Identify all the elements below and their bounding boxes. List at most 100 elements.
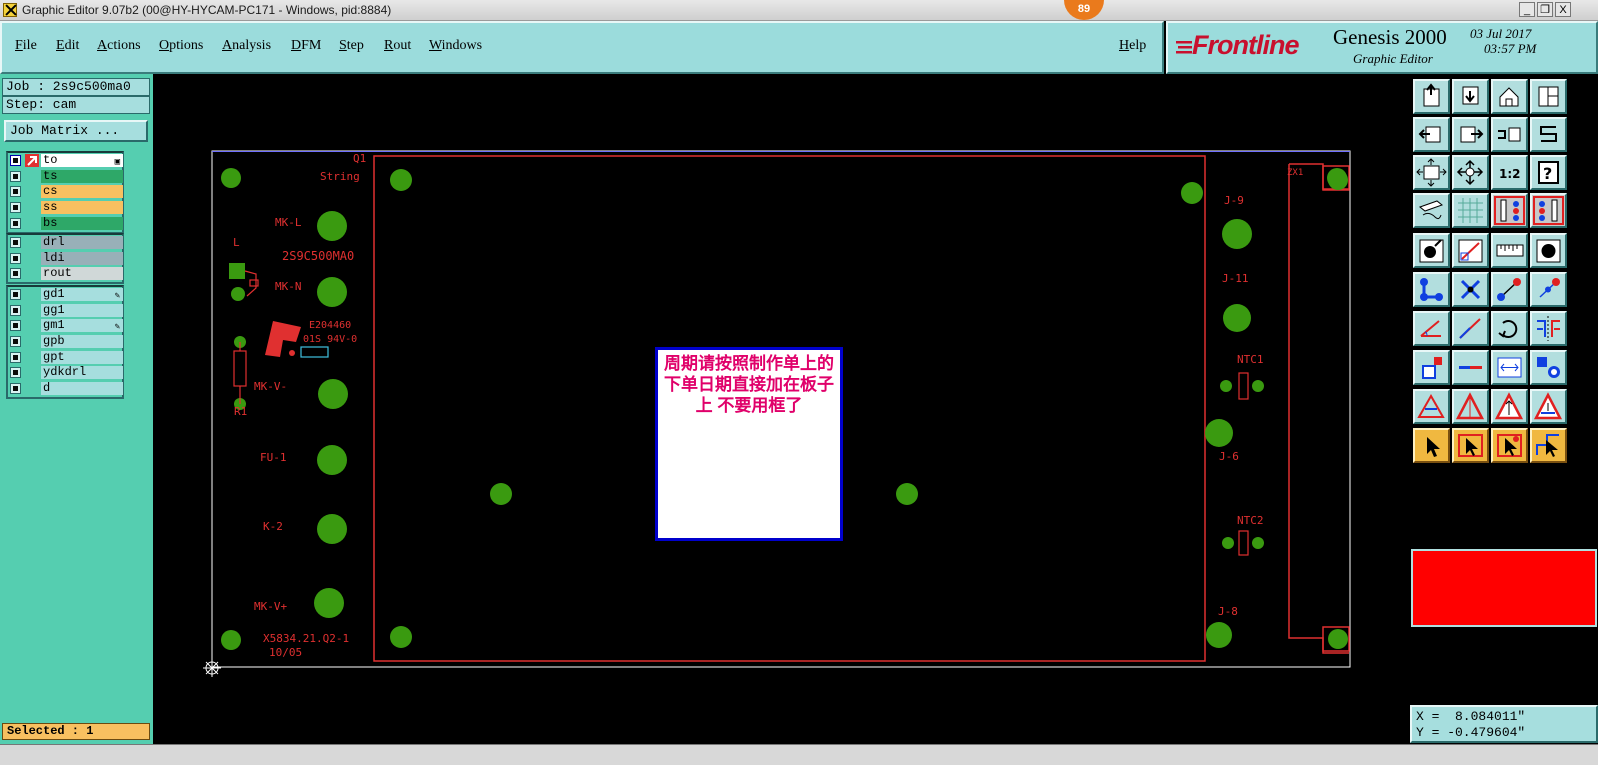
menu-help[interactable]: Help <box>1119 38 1146 54</box>
menu-dfm[interactable]: DFM <box>291 38 321 54</box>
home-tool-button[interactable] <box>1491 79 1528 114</box>
pen-tool-tool-button[interactable] <box>1413 193 1450 228</box>
pan-left-tool-button[interactable] <box>1413 117 1450 152</box>
layer-name[interactable]: d <box>41 382 123 396</box>
layer-affected-toggle[interactable] <box>25 267 39 280</box>
triangle-add-tool-button[interactable] <box>1413 389 1450 424</box>
save-tool-button[interactable] <box>1452 79 1489 114</box>
help-tool-button[interactable]: ? <box>1530 155 1567 190</box>
job-matrix-button[interactable]: Job Matrix ... <box>4 120 148 142</box>
layer-row-gpb[interactable]: gpb <box>8 334 123 350</box>
restore-button[interactable]: ❐ <box>1537 2 1553 17</box>
menu-options[interactable]: Options <box>159 38 203 54</box>
layer-affected-toggle[interactable] <box>25 236 39 249</box>
layer-visibility-checkbox[interactable] <box>10 336 21 348</box>
window-tool-button[interactable] <box>1530 79 1567 114</box>
layer-row-rout[interactable]: rout <box>8 266 123 282</box>
layer-row-cs[interactable]: cs <box>8 184 123 200</box>
circle-tool-button[interactable] <box>1530 233 1567 268</box>
menu-file[interactable]: File <box>15 38 37 54</box>
layer-affected-toggle[interactable] <box>25 382 39 395</box>
layer-row-to[interactable]: to ▣ <box>8 153 123 169</box>
layer-row-drl[interactable]: drl <box>8 235 123 251</box>
layer-affected-toggle[interactable] <box>25 217 39 230</box>
layer-name[interactable]: gpb <box>41 335 123 349</box>
layer-affected-toggle[interactable] <box>25 170 39 183</box>
layer-row-gg1[interactable]: gg1 <box>8 303 123 319</box>
grid-tool-button[interactable] <box>1452 193 1489 228</box>
add-line-tool-button[interactable] <box>1452 233 1489 268</box>
ruler-tool-button[interactable] <box>1491 233 1528 268</box>
layer-visibility-checkbox[interactable] <box>10 237 21 248</box>
layer-visibility-checkbox[interactable] <box>10 252 21 264</box>
layer-row-gd1[interactable]: gd1 ✎ <box>8 287 123 303</box>
layer-row-d[interactable]: d <box>8 381 123 397</box>
menu-windows[interactable]: Windows <box>429 38 482 54</box>
triangle-up-tool-button[interactable] <box>1491 389 1528 424</box>
layer-name[interactable]: gg1 <box>41 303 123 317</box>
layer-affected-toggle[interactable] <box>25 288 39 301</box>
layer-affected-toggle[interactable] <box>25 304 39 317</box>
diagonal-line-tool-button[interactable] <box>1452 311 1489 346</box>
layer-visibility-checkbox[interactable] <box>10 186 21 198</box>
layer-name[interactable]: gd1 ✎ <box>41 288 123 301</box>
triangle-tool-tool-button[interactable] <box>1530 389 1567 424</box>
layer-row-gpt[interactable]: gpt <box>8 350 123 366</box>
layer-name[interactable]: rout <box>41 267 123 281</box>
layer-name[interactable]: bs <box>41 216 123 230</box>
layer-row-bs[interactable]: bs <box>8 216 123 232</box>
layer-visibility-checkbox[interactable] <box>10 320 21 332</box>
layer-name[interactable]: ydkdrl <box>41 366 123 380</box>
layer-visibility-checkbox[interactable] <box>10 367 21 379</box>
layer-visibility-checkbox[interactable] <box>10 155 21 166</box>
scale-1-2-tool-button[interactable]: 1:2 <box>1491 155 1528 190</box>
date-instruction-note[interactable]: 周期请按照制作单上的下单日期直接加在板子上 不要用框了 <box>655 347 843 541</box>
triangle-split-tool-button[interactable] <box>1452 389 1489 424</box>
layer-row-ss[interactable]: ss <box>8 200 123 216</box>
zoom-fit-tool-button[interactable] <box>1413 155 1450 190</box>
pan-right-tool-button[interactable] <box>1452 117 1489 152</box>
graphic-canvas[interactable]: Q1 String MK-L L 2S9C500MA0 MK-N E204460… <box>153 74 1410 744</box>
minimize-button[interactable]: _ <box>1519 2 1535 17</box>
s-route-tool-button[interactable] <box>1530 117 1567 152</box>
zoom-home-tool-button[interactable] <box>1452 155 1489 190</box>
menu-actions[interactable]: Actions <box>97 38 141 54</box>
layer-affected-toggle[interactable] <box>25 366 39 379</box>
layer-row-gm1[interactable]: gm1 ✎ <box>8 318 123 334</box>
layer-affected-toggle[interactable] <box>25 319 39 332</box>
line-endpoints-tool-button[interactable] <box>1491 272 1528 307</box>
layer-name[interactable]: gm1 ✎ <box>41 319 123 333</box>
cross-tool-button[interactable] <box>1452 272 1489 307</box>
layer-name[interactable]: to ▣ <box>41 154 123 167</box>
layer-visibility-checkbox[interactable] <box>10 383 21 395</box>
menu-step[interactable]: Step <box>339 38 364 54</box>
layer-visibility-checkbox[interactable] <box>10 217 21 229</box>
minus-tool-button[interactable] <box>1452 350 1489 385</box>
layer-name[interactable]: drl <box>41 236 123 249</box>
layer-visibility-checkbox[interactable] <box>10 170 21 182</box>
layer-left-tool-button[interactable] <box>1491 193 1528 228</box>
active-layer-pointer-icon[interactable] <box>25 154 39 167</box>
add-pad-tool-button[interactable] <box>1413 233 1450 268</box>
layer-affected-toggle[interactable] <box>25 252 39 265</box>
select-route-tool-button[interactable] <box>1530 428 1567 463</box>
layer-visibility-checkbox[interactable] <box>10 304 21 316</box>
mirror-tool-button[interactable] <box>1530 311 1567 346</box>
layer-name[interactable]: ss <box>41 201 123 215</box>
layer-name[interactable]: cs <box>41 185 123 199</box>
select-circle-tool-button[interactable] <box>1491 428 1528 463</box>
snap-square-tool-button[interactable] <box>1413 350 1450 385</box>
layer-visibility-checkbox[interactable] <box>10 351 21 363</box>
select-box-tool-button[interactable] <box>1452 428 1489 463</box>
layer-name[interactable]: ts <box>41 169 123 183</box>
layer-name[interactable]: gpt <box>41 350 123 364</box>
menu-edit[interactable]: Edit <box>56 38 79 54</box>
layer-row-ldi[interactable]: ldi <box>8 251 123 267</box>
pads-tool-button[interactable] <box>1530 350 1567 385</box>
layer-visibility-checkbox[interactable] <box>10 289 21 300</box>
layer-affected-toggle[interactable] <box>25 335 39 348</box>
layer-row-ts[interactable]: ts <box>8 169 123 185</box>
angle-tool-button[interactable] <box>1413 311 1450 346</box>
layer-affected-toggle[interactable] <box>25 185 39 198</box>
layer-affected-toggle[interactable] <box>25 201 39 214</box>
